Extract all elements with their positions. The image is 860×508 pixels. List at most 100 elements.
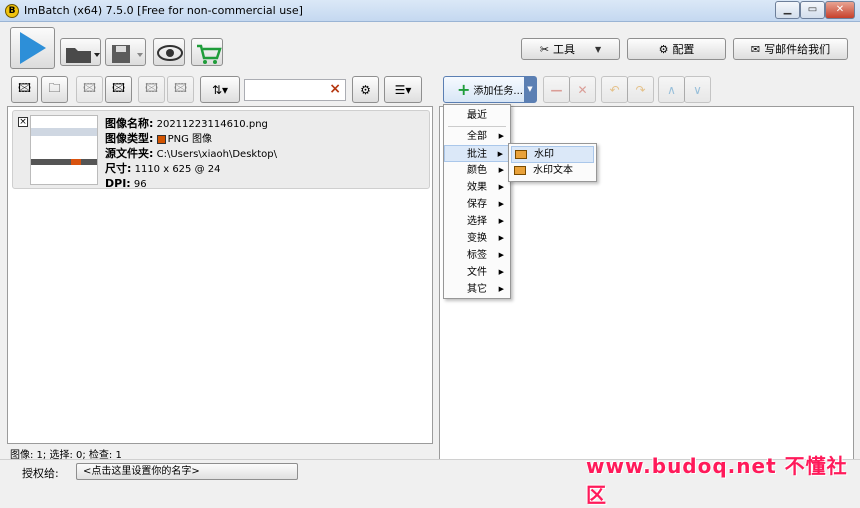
close-button[interactable]: ✕ — [825, 1, 855, 19]
submenu-item-watermark-text[interactable]: 水印文本 — [511, 163, 594, 180]
email-button[interactable]: ✉ 写邮件给我们 — [733, 38, 848, 60]
chevron-right-icon: ▶ — [498, 200, 504, 208]
menu-item-recent[interactable]: 最近 — [444, 107, 510, 124]
item-checkbox[interactable]: × — [18, 117, 28, 127]
chevron-up-icon: ∧ — [667, 82, 676, 97]
x-icon: ✕ — [577, 82, 588, 97]
image-remove-icon: 🖾 — [82, 81, 97, 95]
move-up-task-button[interactable]: ∧ — [658, 76, 685, 103]
add-image-button[interactable]: 🖾 — [11, 76, 38, 103]
main-toolbar: ✂ 工具 ▼ ⚙ 配置 ✉ 写邮件给我们 — [0, 23, 860, 73]
redo-icon: ↷ — [635, 82, 646, 97]
chevron-right-icon: ▶ — [498, 166, 504, 174]
image-clear-icon: 🖾 — [111, 81, 126, 95]
license-label: 授权给: — [22, 467, 59, 480]
name-label: 图像名称: — [105, 117, 154, 130]
source-label: 源文件夹: — [105, 147, 154, 160]
preview-button[interactable] — [153, 38, 185, 66]
menu-item-file[interactable]: 文件 ▶ — [444, 264, 510, 281]
gear-icon: ⚙ — [658, 42, 669, 56]
size-label: 尺寸: — [105, 162, 132, 175]
remove-task-button[interactable]: — — [543, 76, 570, 103]
chevron-right-icon: ▶ — [498, 234, 504, 242]
undo-button[interactable]: ↶ — [601, 76, 628, 103]
move-down-image-button[interactable]: 🖾 — [167, 76, 194, 103]
app-icon: B — [5, 4, 19, 18]
view-mode-button[interactable]: ☰▾ — [384, 76, 422, 103]
dpi-label: DPI: — [105, 177, 131, 190]
menu-item-annotation[interactable]: 批注 ▶ — [444, 145, 510, 162]
png-file-icon — [156, 134, 166, 144]
run-button[interactable] — [10, 27, 55, 69]
site-watermark: www.budoq.net 不懂社区 — [586, 454, 848, 507]
remove-image-button[interactable]: 🖾 — [76, 76, 103, 103]
tools-label: 工具 — [553, 43, 576, 56]
clear-filter-icon[interactable]: × — [329, 81, 341, 97]
add-folder-button[interactable]: 🗀 — [41, 76, 68, 103]
image-list[interactable]: × 图像名称: 20211223114610.png 图像类型: PNG 图像 … — [7, 106, 433, 444]
chevron-right-icon: ▶ — [498, 132, 504, 140]
plus-icon: + — [457, 80, 471, 99]
menu-separator — [448, 126, 506, 127]
chevron-right-icon: ▶ — [497, 150, 503, 158]
sort-icon: ⇅▾ — [211, 82, 229, 97]
disk-icon — [112, 45, 143, 63]
folder-add-icon: 🗀 — [48, 81, 61, 95]
play-icon — [20, 32, 46, 64]
watermark-text-icon — [514, 166, 526, 175]
image-info: 图像名称: 20211223114610.png 图像类型: PNG 图像 源文… — [105, 117, 277, 192]
move-up-image-button[interactable]: 🖾 — [138, 76, 165, 103]
type-label: 图像类型: — [105, 132, 154, 145]
chevron-right-icon: ▶ — [498, 285, 504, 293]
menu-item-transform[interactable]: 变换 ▶ — [444, 230, 510, 247]
tools-icon: ✂ — [539, 42, 550, 56]
window-title: ImBatch (x64) 7.5.0 [Free for non-commer… — [24, 4, 303, 17]
size-value: 1110 x 625 @ 24 — [134, 164, 221, 175]
menu-item-select[interactable]: 选择 ▶ — [444, 213, 510, 230]
dpi-value: 96 — [133, 179, 147, 190]
minus-icon: — — [550, 82, 563, 97]
check-images-button[interactable]: ⚙ — [352, 76, 379, 103]
chevron-right-icon: ▶ — [498, 183, 504, 191]
chevron-down-icon: ∨ — [693, 82, 702, 97]
minimize-button[interactable]: ▁ — [775, 1, 800, 19]
clear-tasks-button[interactable]: ✕ — [569, 76, 596, 103]
submenu-item-watermark[interactable]: 水印 — [511, 146, 594, 163]
sort-button[interactable]: ⇅▾ — [200, 76, 240, 103]
tools-button[interactable]: ✂ 工具 ▼ — [521, 38, 620, 60]
menu-item-color[interactable]: 颜色 ▶ — [444, 162, 510, 179]
list-item[interactable]: × 图像名称: 20211223114610.png 图像类型: PNG 图像 … — [12, 110, 430, 192]
image-add-icon: 🖾 — [17, 81, 32, 95]
config-label: 配置 — [672, 43, 695, 56]
title-bar: B ImBatch (x64) 7.5.0 [Free for non-comm… — [0, 0, 860, 22]
save-button[interactable] — [105, 38, 146, 66]
cart-icon — [197, 44, 222, 64]
buy-button[interactable] — [191, 38, 223, 66]
menu-item-all[interactable]: 全部 ▶ — [444, 128, 510, 145]
menu-item-effect[interactable]: 效果 ▶ — [444, 179, 510, 196]
folder-icon — [66, 48, 100, 63]
chevron-right-icon: ▶ — [498, 251, 504, 259]
secondary-toolbar: 🖾 🗀 🖾 🖾 🖾 🖾 ⇅▾ × ⚙ ☰▾ + 添加任务... ▼ — ✕ ↶ … — [0, 76, 860, 104]
maximize-button[interactable]: ▭ — [800, 1, 825, 19]
envelope-icon: ✉ — [750, 42, 761, 56]
remove-all-button[interactable]: 🖾 — [105, 76, 132, 103]
chevron-right-icon: ▶ — [498, 268, 504, 276]
menu-item-other[interactable]: 其它 ▶ — [444, 281, 510, 298]
add-task-button[interactable]: + 添加任务... ▼ — [443, 76, 537, 103]
image-thumbnail — [30, 115, 98, 185]
filter-input[interactable]: × — [244, 79, 346, 101]
redo-button[interactable]: ↷ — [627, 76, 654, 103]
annotation-submenu: 水印 水印文本 — [508, 143, 597, 182]
add-task-menu: 最近 全部 ▶ 批注 ▶ 颜色 ▶ 效果 ▶ 保存 ▶ 选择 ▶ 变换 ▶ 标签 ▶ 文件 ▶ 其… — [443, 104, 511, 299]
type-value: PNG 图像 — [167, 134, 213, 145]
config-button[interactable]: ⚙ 配置 — [627, 38, 726, 60]
license-name-field[interactable]: <点击这里设置你的名字> — [76, 463, 298, 480]
open-folder-button[interactable] — [60, 38, 101, 66]
watermark-icon — [515, 150, 527, 159]
eye-icon — [157, 45, 183, 61]
menu-item-tag[interactable]: 标签 ▶ — [444, 247, 510, 264]
menu-item-save[interactable]: 保存 ▶ — [444, 196, 510, 213]
move-down-task-button[interactable]: ∨ — [684, 76, 711, 103]
undo-icon: ↶ — [609, 82, 620, 97]
